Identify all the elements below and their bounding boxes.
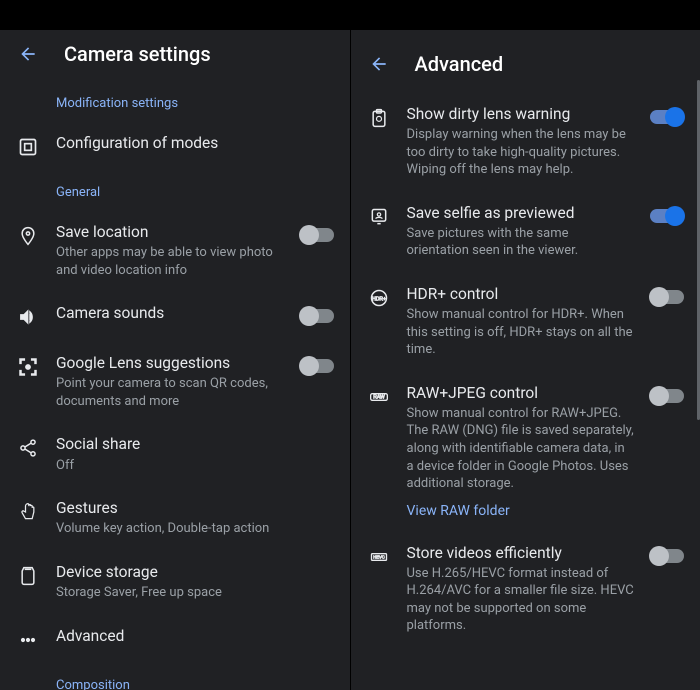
toggle-selfie-preview[interactable] (650, 207, 684, 225)
row-title: Save selfie as previewed (407, 203, 635, 223)
section-composition: Composition (0, 664, 350, 690)
row-sub: Volume key action, Double-tap action (56, 520, 334, 538)
row-title: Social share (56, 434, 334, 454)
row-sub: Display warning when the lens may be too… (407, 126, 635, 179)
toggle-hdr[interactable] (650, 288, 684, 306)
share-icon (16, 436, 40, 460)
row-social-share[interactable]: Social share Off (0, 422, 350, 486)
back-icon[interactable] (16, 42, 40, 66)
back-icon[interactable] (367, 52, 391, 76)
row-sub: Show manual control for HDR+. When this … (407, 306, 635, 359)
hevc-icon: HEVC (367, 545, 391, 569)
row-title: Camera sounds (56, 303, 284, 323)
row-title: Google Lens suggestions (56, 353, 284, 373)
modes-icon (16, 135, 40, 159)
section-general: General (0, 171, 350, 210)
row-google-lens[interactable]: Google Lens suggestions Point your camer… (0, 341, 350, 422)
selfie-icon (367, 205, 391, 229)
toggle-dirty-lens[interactable] (650, 108, 684, 126)
row-save-location[interactable]: Save location Other apps may be able to … (0, 210, 350, 291)
row-title: Store videos efficiently (407, 543, 635, 563)
toggle-google-lens[interactable] (300, 357, 334, 375)
row-sub: Save pictures with the same orientation … (407, 225, 635, 260)
lens-icon (16, 355, 40, 379)
row-device-storage[interactable]: Device storage Storage Saver, Free up sp… (0, 550, 350, 614)
row-sub: Point your camera to scan QR codes, docu… (56, 375, 284, 410)
page-title: Camera settings (64, 42, 211, 66)
link-view-raw-folder[interactable]: View RAW folder (407, 503, 635, 519)
row-advanced[interactable]: Advanced (0, 614, 350, 664)
svg-text:HEVC: HEVC (373, 554, 385, 559)
toggle-raw-jpeg[interactable] (650, 387, 684, 405)
row-raw-jpeg[interactable]: RAW RAW+JPEG control Show manual control… (351, 371, 700, 531)
row-selfie-preview[interactable]: Save selfie as previewed Save pictures w… (351, 191, 700, 272)
right-header: Advanced (351, 40, 700, 92)
row-sub: Other apps may be able to view photo and… (56, 244, 284, 279)
row-sub: Storage Saver, Free up space (56, 584, 334, 602)
row-title: Save location (56, 222, 284, 242)
row-dirty-lens[interactable]: Show dirty lens warning Display warning … (351, 92, 700, 191)
sound-icon (16, 305, 40, 329)
hdr-icon: HDR+ (367, 286, 391, 310)
raw-icon: RAW (367, 385, 391, 409)
row-store-videos[interactable]: HEVC Store videos efficiently Use H.265/… (351, 531, 700, 647)
toggle-store-videos[interactable] (650, 547, 684, 565)
page-title: Advanced (415, 52, 504, 76)
row-title: RAW+JPEG control (407, 383, 635, 403)
row-sub: Off (56, 457, 334, 475)
more-icon (16, 628, 40, 652)
row-camera-sounds[interactable]: Camera sounds (0, 291, 350, 341)
toggle-camera-sounds[interactable] (300, 307, 334, 325)
toggle-save-location[interactable] (300, 226, 334, 244)
gestures-icon (16, 500, 40, 524)
row-title: HDR+ control (407, 284, 635, 304)
row-sub: Show manual control for RAW+JPEG. The RA… (407, 405, 635, 493)
row-hdr-control[interactable]: HDR+ HDR+ control Show manual control fo… (351, 272, 700, 371)
row-title: Show dirty lens warning (407, 104, 635, 124)
location-icon (16, 224, 40, 248)
svg-text:HDR+: HDR+ (372, 297, 386, 303)
svg-text:RAW: RAW (373, 394, 385, 400)
row-sub: Use H.265/HEVC format instead of H.264/A… (407, 565, 635, 635)
row-title: Advanced (56, 626, 334, 646)
row-title: Device storage (56, 562, 334, 582)
left-header: Camera settings (0, 30, 350, 82)
advanced-panel: Advanced Show dirty lens warning Display… (351, 30, 700, 690)
row-title: Gestures (56, 498, 334, 518)
right-scroll[interactable]: Show dirty lens warning Display warning … (351, 92, 700, 690)
camera-settings-panel: Camera settings Modification settings Co… (0, 30, 351, 690)
row-gestures[interactable]: Gestures Volume key action, Double-tap a… (0, 486, 350, 550)
section-modification: Modification settings (0, 82, 350, 121)
row-title: Configuration of modes (56, 133, 334, 153)
left-scroll[interactable]: Modification settings Configuration of m… (0, 82, 350, 690)
storage-icon (16, 564, 40, 588)
row-configuration-of-modes[interactable]: Configuration of modes (0, 121, 350, 171)
clipboard-icon (367, 106, 391, 130)
